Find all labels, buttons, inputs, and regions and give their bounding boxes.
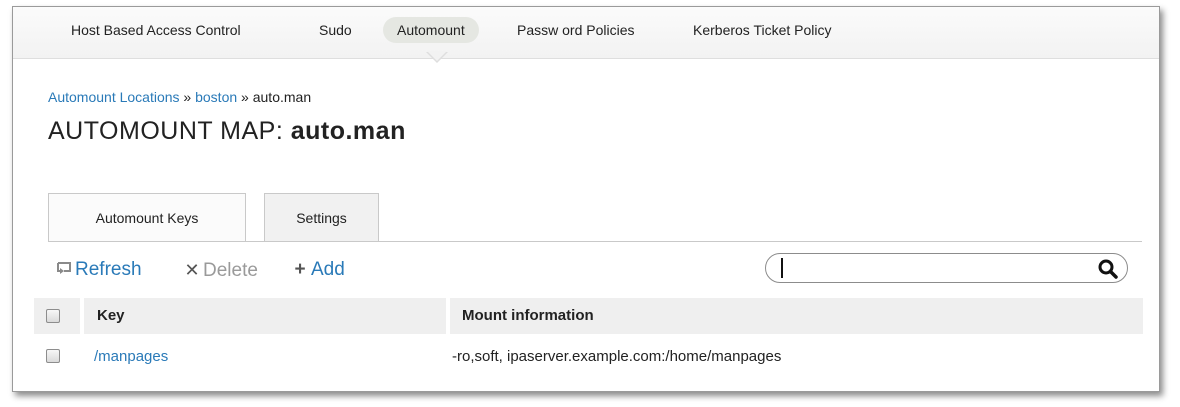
nav-item-hbac[interactable]: Host Based Access Control (57, 17, 255, 43)
page-title-prefix: AUTOMOUNT MAP: (48, 117, 284, 145)
key-link[interactable]: /manpages (94, 348, 168, 365)
column-header-mount-information[interactable]: Mount information (462, 298, 594, 334)
delete-button[interactable]: ✕ Delete (181, 257, 258, 283)
magnifier-icon[interactable] (1097, 259, 1119, 279)
breadcrumb-separator: » (241, 89, 249, 105)
plus-icon: + (294, 259, 306, 280)
select-all-checkbox[interactable] (46, 309, 60, 323)
column-separator (446, 298, 450, 334)
delete-label: Delete (203, 260, 258, 281)
tab-automount-keys[interactable]: Automount Keys (48, 193, 246, 242)
nav-item-kerberos-ticket-policy[interactable]: Kerberos Ticket Policy (679, 17, 846, 43)
breadcrumb-current: auto.man (252, 89, 312, 105)
nav-item-automount[interactable]: Automount (383, 17, 479, 43)
text-caret (781, 258, 783, 278)
refresh-button[interactable]: Refresh (53, 257, 142, 283)
add-button[interactable]: + Add (289, 257, 345, 283)
search-input[interactable] (780, 257, 1080, 279)
breadcrumb-separator: » (183, 89, 192, 105)
search-box (765, 253, 1128, 283)
refresh-label: Refresh (75, 259, 142, 280)
nav-item-sudo[interactable]: Sudo (305, 17, 366, 43)
nav-item-password-policies[interactable]: Passw ord Policies (503, 17, 649, 43)
breadcrumb: Automount Locations » boston » auto.man (48, 89, 311, 105)
refresh-icon (53, 257, 75, 283)
x-icon: ✕ (184, 260, 200, 280)
table-row: /manpages -ro,soft, ipaserver.example.co… (34, 344, 1143, 370)
table-header: Key Mount information (34, 298, 1143, 334)
tab-settings[interactable]: Settings (264, 193, 379, 241)
mount-info-cell: -ro,soft, ipaserver.example.com:/home/ma… (452, 348, 782, 365)
page-title-name: auto.man (290, 117, 406, 145)
column-header-key[interactable]: Key (97, 298, 125, 334)
app-window: Host Based Access Control Sudo Automount… (12, 6, 1160, 392)
tab-divider (48, 241, 1142, 242)
top-navigation: Host Based Access Control Sudo Automount… (13, 7, 1159, 59)
page-title: AUTOMOUNT MAP: auto.man (48, 117, 406, 146)
active-nav-pointer (427, 51, 447, 61)
column-separator (80, 298, 84, 334)
add-label: Add (311, 259, 345, 280)
breadcrumb-link-boston[interactable]: boston (195, 89, 237, 105)
breadcrumb-link-automount-locations[interactable]: Automount Locations (48, 89, 180, 105)
row-checkbox[interactable] (46, 349, 60, 363)
